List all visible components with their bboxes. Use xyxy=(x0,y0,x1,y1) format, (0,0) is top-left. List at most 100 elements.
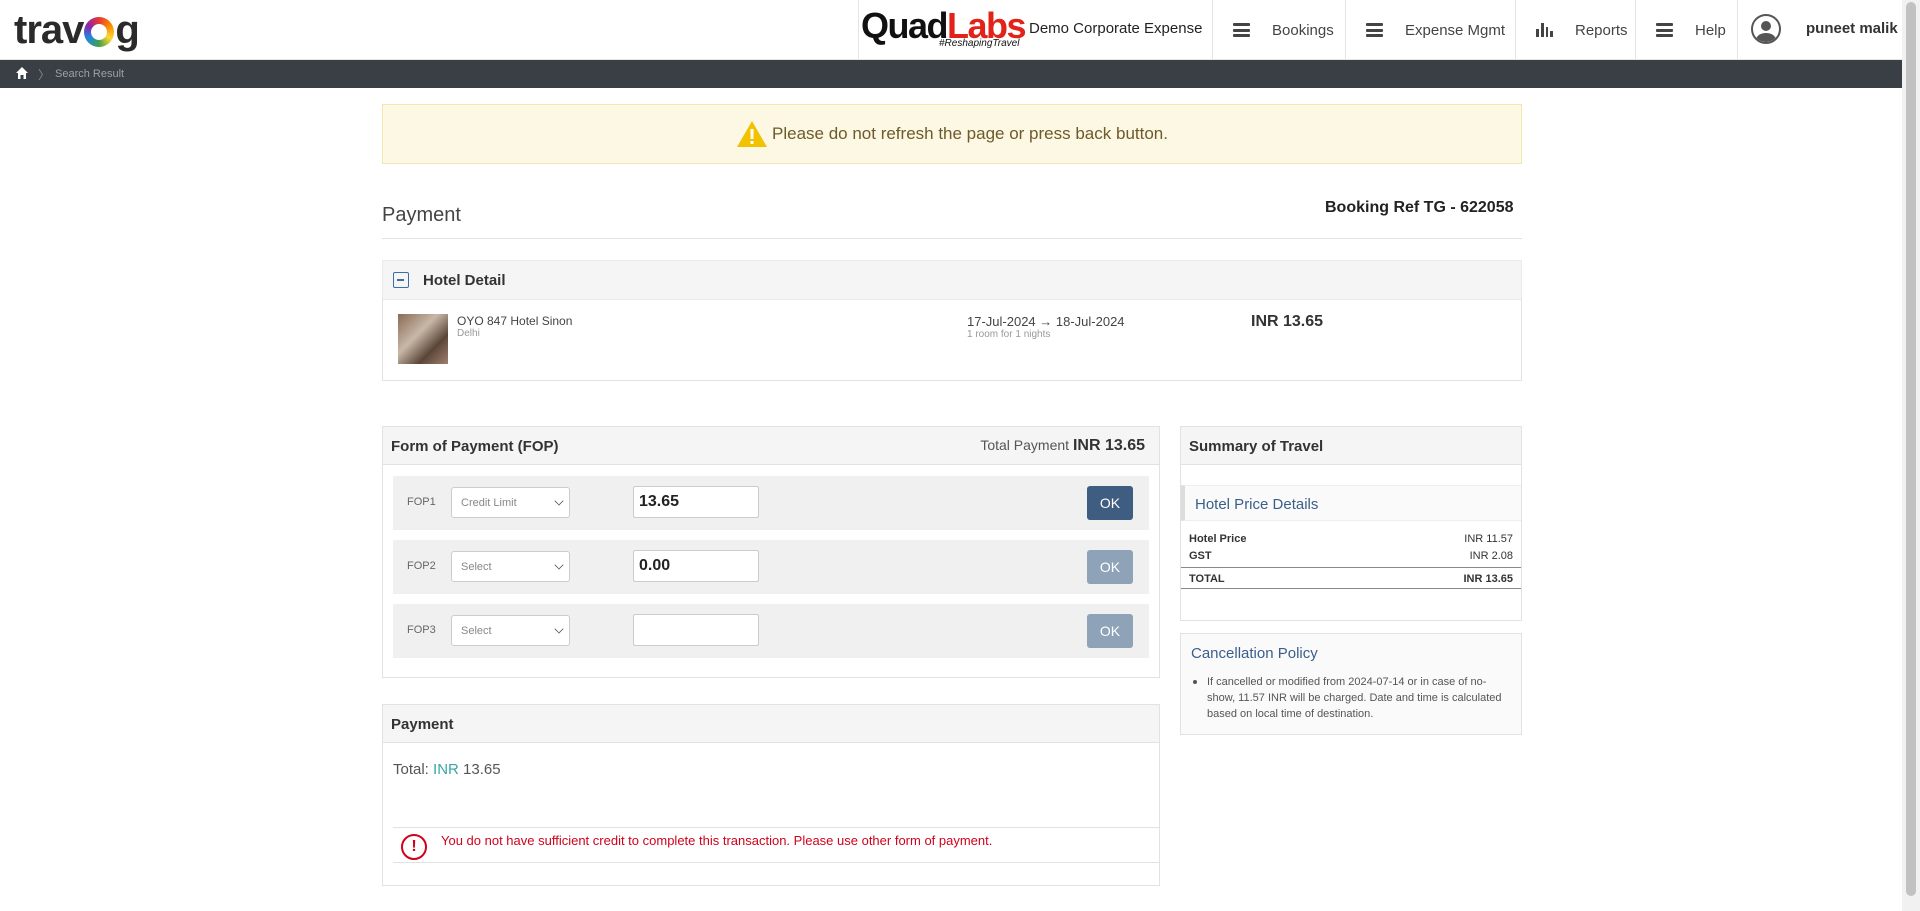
summary-panel: Summary of Travel Hotel Price Details Ho… xyxy=(1180,426,1522,621)
hotel-thumbnail-image xyxy=(398,314,448,364)
hotel-detail-title: Hotel Detail xyxy=(423,272,506,289)
nav-label: Bookings xyxy=(1272,21,1334,39)
user-avatar-icon[interactable] xyxy=(1751,14,1781,44)
page-scrollbar[interactable] xyxy=(1902,0,1920,911)
nav-label: Help xyxy=(1695,21,1726,39)
fop2-ok-button[interactable]: OK xyxy=(1087,550,1133,584)
error-message: ! You do not have sufficient credit to c… xyxy=(393,827,1159,863)
menu-icon xyxy=(1366,23,1383,37)
summary-row: Hotel Price INR 11.57 xyxy=(1189,533,1513,545)
fop2-amount-input[interactable]: 0.00 xyxy=(633,550,759,582)
fop3-amount-input[interactable] xyxy=(633,614,759,646)
scrollbar-thumb[interactable] xyxy=(1906,2,1916,896)
chevron-down-icon xyxy=(554,496,564,506)
summary-header: Summary of Travel xyxy=(1181,427,1521,465)
hotel-city: Delhi xyxy=(457,328,480,339)
breadcrumb-separator-icon: 〉 xyxy=(38,68,51,82)
travog-logo[interactable]: trav g xyxy=(14,6,140,54)
nav-label: Expense Mgmt xyxy=(1405,21,1506,39)
select-value: Select xyxy=(461,625,492,637)
hotel-dates: 17-Jul-2024 → 18-Jul-2024 xyxy=(967,314,1125,329)
divider xyxy=(1181,567,1521,568)
bullet-icon xyxy=(1193,680,1197,684)
payment-currency: INR xyxy=(433,761,459,778)
fop2-method-select[interactable]: Select xyxy=(451,551,570,582)
payment-total-label: Total: xyxy=(393,761,429,778)
logo-ring-icon xyxy=(84,17,115,47)
fop3-ok-button[interactable]: OK xyxy=(1087,614,1133,648)
summary-row-value: INR 2.08 xyxy=(1469,550,1513,562)
fop-total-value: INR 13.65 xyxy=(1072,437,1145,454)
summary-total-label: TOTAL xyxy=(1189,573,1225,585)
fop-total-label: Total Payment xyxy=(980,437,1070,453)
hotel-detail-header[interactable]: Hotel Detail xyxy=(382,260,1522,300)
hotel-detail-body: OYO 847 Hotel Sinon Delhi 17-Jul-2024 → … xyxy=(382,299,1522,381)
partner-logo: QuadLabs #ReshapingTravel xyxy=(858,0,1027,60)
fop-panel: Form of Payment (FOP) Total Payment INR … xyxy=(382,426,1160,678)
menu-icon xyxy=(1656,23,1673,37)
fop-row: FOP3 Select OK xyxy=(393,604,1149,658)
top-header: trav g QuadLabs #ReshapingTravel Demo Cor… xyxy=(0,0,1902,60)
summary-row: GST INR 2.08 xyxy=(1189,550,1513,562)
cancellation-panel: Cancellation Policy If cancelled or modi… xyxy=(1180,633,1522,735)
nav-help[interactable]: Help xyxy=(1635,0,1737,60)
warning-icon xyxy=(737,121,767,147)
logo-text-part: trav xyxy=(14,7,84,52)
logo-text-part-end: g xyxy=(115,7,139,52)
nav-reports[interactable]: Reports xyxy=(1515,0,1635,60)
nav-expense-mgmt[interactable]: Expense Mgmt xyxy=(1345,0,1515,60)
summary-title: Summary of Travel xyxy=(1189,438,1324,455)
payment-total: Total: INR 13.65 xyxy=(393,761,501,778)
payment-title: Payment xyxy=(391,716,454,733)
user-name[interactable]: puneet malik xyxy=(1806,20,1898,37)
fop-header: Form of Payment (FOP) Total Payment INR … xyxy=(383,427,1159,465)
menu-icon xyxy=(1233,23,1250,37)
select-value: Credit Limit xyxy=(461,497,517,509)
booking-ref: Booking Ref TG - 622058 xyxy=(1325,199,1514,216)
collapse-icon[interactable] xyxy=(393,272,409,288)
chevron-down-icon xyxy=(554,624,564,634)
alert-text: Please do not refresh the page or press … xyxy=(772,124,1168,143)
partner-tagline: #ReshapingTravel xyxy=(939,38,1020,49)
divider xyxy=(1181,588,1521,589)
home-icon[interactable] xyxy=(15,66,29,80)
summary-row-label: GST xyxy=(1189,550,1212,562)
hotel-price-details-title: Hotel Price Details xyxy=(1195,496,1319,513)
error-text: You do not have sufficient credit to com… xyxy=(441,833,993,848)
bar-chart-icon xyxy=(1536,23,1553,37)
summary-total-value: INR 13.65 xyxy=(1463,573,1513,585)
page-title: Payment xyxy=(382,204,461,226)
breadcrumb-current: Search Result xyxy=(55,68,125,80)
summary-row-value: INR 11.57 xyxy=(1464,533,1513,545)
fop-title: Form of Payment (FOP) xyxy=(391,438,559,455)
exclamation-circle-icon: ! xyxy=(401,834,427,860)
cancellation-text: If cancelled or modified from 2024-07-14… xyxy=(1207,676,1502,720)
fop-label: FOP3 xyxy=(407,624,436,636)
fop1-amount-input[interactable]: 13.65 xyxy=(633,486,759,518)
fop-row: FOP2 Select 0.00 OK xyxy=(393,540,1149,594)
summary-total-row: TOTAL INR 13.65 xyxy=(1189,573,1513,585)
fop-total-payment: Total Payment INR 13.65 xyxy=(980,437,1145,455)
fop-label: FOP1 xyxy=(407,496,436,508)
summary-row-label: Hotel Price xyxy=(1189,533,1247,545)
hotel-price-details-header: Hotel Price Details xyxy=(1181,485,1521,521)
cancellation-title: Cancellation Policy xyxy=(1191,645,1318,662)
divider xyxy=(382,238,1522,239)
fop1-ok-button[interactable]: OK xyxy=(1087,486,1133,520)
fop-label: FOP2 xyxy=(407,560,436,572)
breadcrumb: 〉 Search Result xyxy=(0,60,1902,88)
payment-panel: Payment Total: INR 13.65 ! You do not ha… xyxy=(382,704,1160,886)
hotel-name: OYO 847 Hotel Sinon xyxy=(457,314,573,328)
fop1-method-select[interactable]: Credit Limit xyxy=(451,487,570,518)
warning-alert: Please do not refresh the page or press … xyxy=(382,104,1522,164)
nav-label: Reports xyxy=(1575,21,1628,39)
fop3-method-select[interactable]: Select xyxy=(451,615,570,646)
nav-bookings[interactable]: Bookings xyxy=(1212,0,1345,60)
chevron-down-icon xyxy=(554,560,564,570)
hotel-price: INR 13.65 xyxy=(1251,313,1324,330)
hotel-rooms: 1 room for 1 nights xyxy=(967,329,1051,340)
select-value: Select xyxy=(461,561,492,573)
company-name: Demo Corporate Expense xyxy=(1029,20,1203,37)
payment-amount: 13.65 xyxy=(463,761,501,778)
fop-row: FOP1 Credit Limit 13.65 OK xyxy=(393,476,1149,530)
